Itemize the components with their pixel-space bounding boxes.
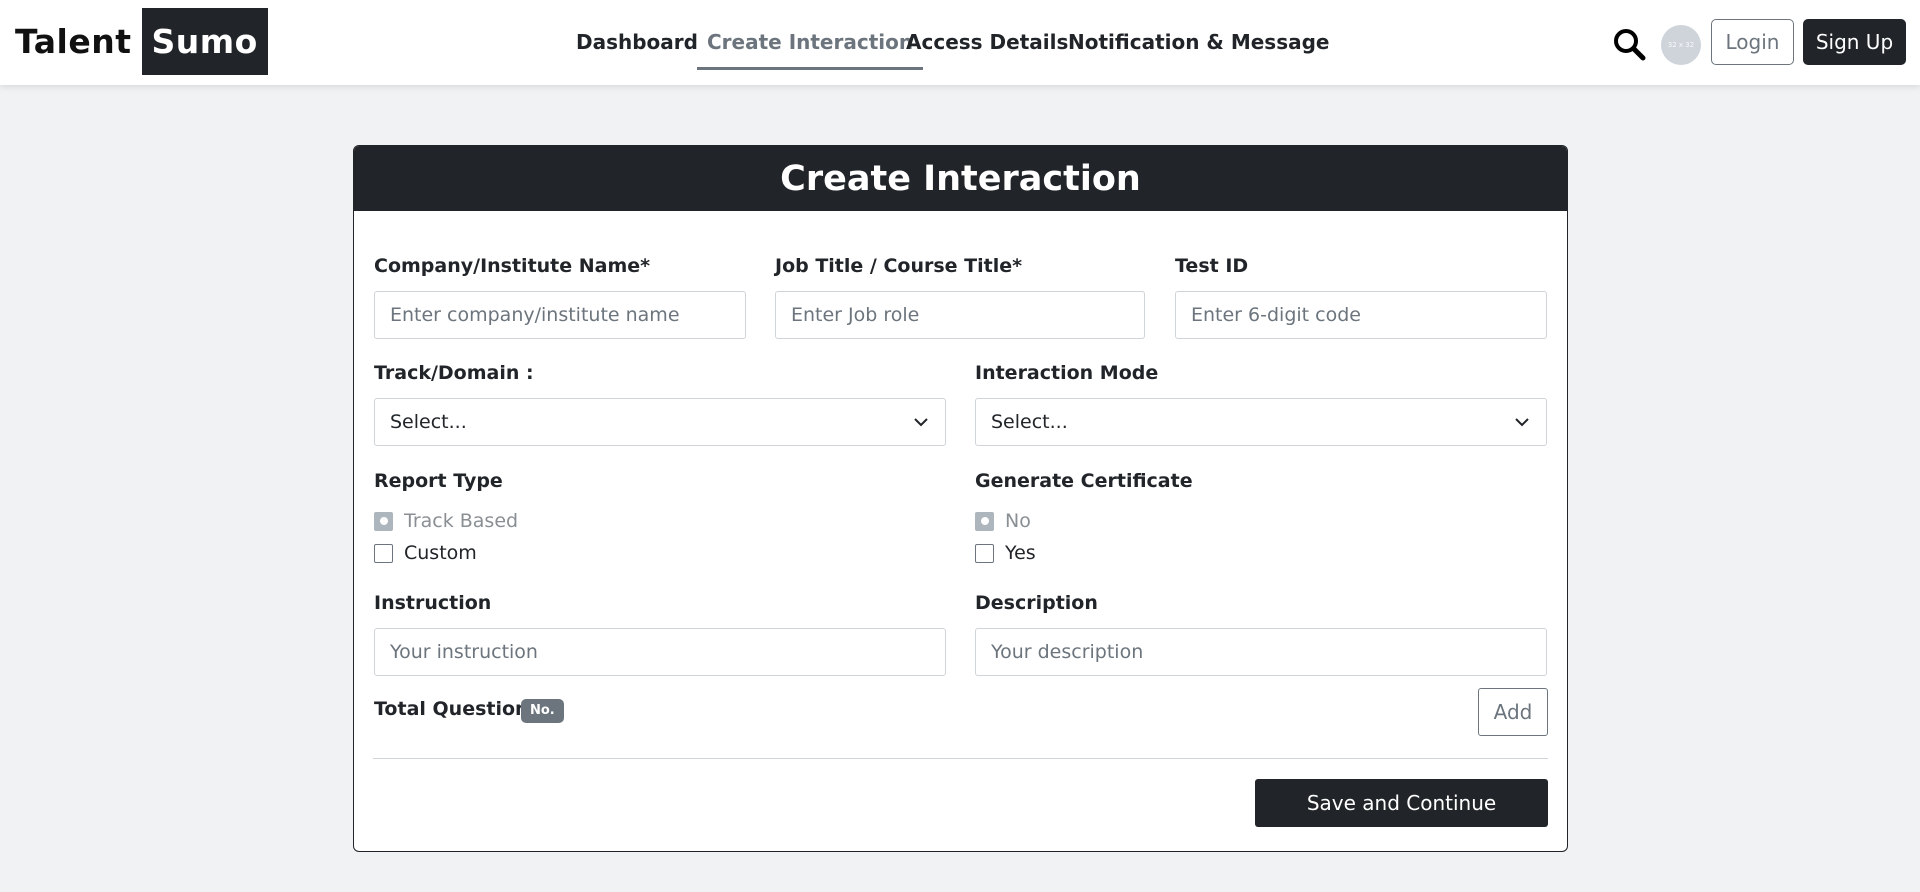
nav-access-details[interactable]: Access Details bbox=[906, 0, 1068, 70]
login-button[interactable]: Login bbox=[1711, 19, 1794, 65]
test-id-input[interactable] bbox=[1175, 291, 1547, 339]
report-type-custom[interactable]: Custom bbox=[374, 542, 477, 564]
instruction-label: Instruction bbox=[374, 592, 492, 614]
option-label: Yes bbox=[1005, 542, 1036, 564]
job-title-input[interactable] bbox=[775, 291, 1145, 339]
company-input[interactable] bbox=[374, 291, 746, 339]
option-label: No bbox=[1005, 510, 1031, 532]
chevron-down-icon bbox=[914, 418, 928, 427]
brand-logo[interactable]: Talent Sumo bbox=[15, 8, 268, 75]
nav-dashboard[interactable]: Dashboard bbox=[576, 0, 698, 70]
description-label: Description bbox=[975, 592, 1098, 614]
nav-create-interaction[interactable]: Create Interaction bbox=[697, 0, 924, 70]
test-id-label: Test ID bbox=[1175, 255, 1249, 277]
instruction-input[interactable] bbox=[374, 628, 946, 676]
generate-certificate-label: Generate Certificate bbox=[975, 470, 1193, 492]
certificate-yes[interactable]: Yes bbox=[975, 542, 1036, 564]
track-domain-value: Select... bbox=[390, 411, 467, 433]
avatar[interactable]: 32 x 32 bbox=[1661, 25, 1701, 65]
interaction-mode-label: Interaction Mode bbox=[975, 362, 1159, 384]
certificate-no[interactable]: No bbox=[975, 510, 1031, 532]
report-type-label: Report Type bbox=[374, 470, 503, 492]
chevron-down-icon bbox=[1515, 418, 1529, 427]
add-button[interactable]: Add bbox=[1478, 688, 1548, 736]
interaction-mode-value: Select... bbox=[991, 411, 1068, 433]
brand-name-part1: Talent bbox=[15, 22, 132, 61]
top-navbar: Talent Sumo Dashboard Create Interaction… bbox=[0, 0, 1920, 85]
job-title-label: Job Title / Course Title* bbox=[775, 255, 1023, 277]
save-and-continue-button[interactable]: Save and Continue bbox=[1255, 779, 1548, 827]
brand-name-part2: Sumo bbox=[141, 8, 268, 75]
track-domain-label: Track/Domain : bbox=[374, 362, 534, 384]
company-label: Company/Institute Name* bbox=[374, 255, 651, 277]
create-interaction-card: Create Interaction Company/Institute Nam… bbox=[353, 145, 1568, 852]
option-label: Track Based bbox=[404, 510, 519, 532]
nav-notification-message[interactable]: Notification & Message bbox=[1068, 0, 1329, 70]
search-icon[interactable] bbox=[1612, 27, 1646, 61]
checkbox[interactable] bbox=[374, 543, 393, 563]
option-label: Custom bbox=[404, 542, 477, 564]
report-type-track-based[interactable]: Track Based bbox=[374, 510, 518, 532]
track-domain-select[interactable]: Select... bbox=[374, 398, 946, 446]
divider bbox=[373, 758, 1548, 759]
checkbox[interactable] bbox=[975, 511, 994, 531]
total-question-label: Total Question: bbox=[374, 698, 537, 720]
checkbox[interactable] bbox=[374, 511, 393, 531]
form-body: Company/Institute Name* Job Title / Cour… bbox=[354, 211, 1567, 851]
signup-button[interactable]: Sign Up bbox=[1803, 19, 1906, 65]
interaction-mode-select[interactable]: Select... bbox=[975, 398, 1547, 446]
card-title: Create Interaction bbox=[354, 146, 1567, 211]
checkbox[interactable] bbox=[975, 543, 994, 563]
total-question-badge: No. bbox=[521, 699, 564, 723]
description-input[interactable] bbox=[975, 628, 1547, 676]
